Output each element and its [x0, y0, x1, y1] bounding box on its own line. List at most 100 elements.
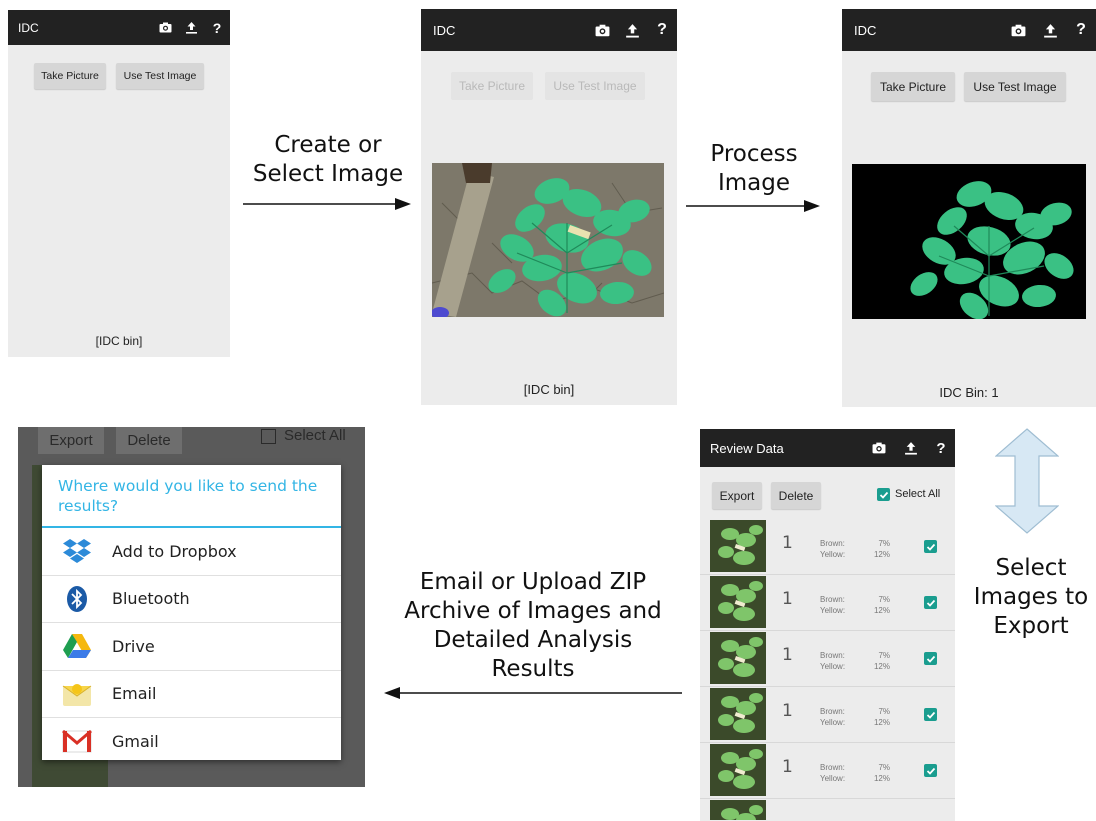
arrow-left — [384, 687, 682, 699]
export-button[interactable]: Export — [712, 482, 762, 509]
review-row[interactable]: 1 Brown: Yellow: 7% 12% — [700, 742, 955, 799]
row-thumbnail — [710, 576, 766, 628]
action-bar: Review Data ? — [700, 429, 955, 467]
help-icon[interactable]: ? — [927, 440, 955, 457]
row-bin: 1 — [782, 701, 793, 721]
idc-bin-label: [IDC bin] — [95, 334, 143, 348]
double-arrow-vertical — [995, 428, 1059, 534]
use-test-image-button[interactable]: Use Test Image — [964, 72, 1066, 101]
arrow-right-1 — [243, 198, 411, 210]
yellow-value: 12% — [873, 662, 890, 671]
row-thumbnail — [710, 800, 766, 820]
caption-create-select: Create or Select Image — [252, 132, 404, 187]
bluetooth-icon — [42, 585, 112, 613]
upload-icon[interactable] — [178, 21, 204, 34]
share-option-email[interactable]: Email — [42, 669, 341, 718]
use-test-image-button[interactable]: Use Test Image — [116, 63, 204, 89]
screen-processed: IDC ? Take Picture Use Test Image IDC Bi… — [842, 9, 1096, 407]
upload-icon[interactable] — [617, 23, 647, 38]
raw-plant-photo — [432, 163, 664, 317]
row-thumbnail — [710, 688, 766, 740]
delete-button[interactable]: Delete — [771, 482, 821, 509]
camera-icon[interactable] — [1002, 24, 1034, 37]
share-option-add-to-dropbox[interactable]: Add to Dropbox — [42, 528, 341, 575]
camera-icon[interactable] — [863, 442, 895, 454]
brown-value: 7% — [878, 539, 890, 548]
row-bin: 1 — [782, 645, 793, 665]
row-checkbox[interactable] — [924, 596, 937, 609]
select-all-label-dimmed: Select All — [284, 427, 346, 444]
yellow-value: 12% — [873, 774, 890, 783]
yellow-value: 12% — [873, 606, 890, 615]
brown-value: 7% — [878, 595, 890, 604]
help-icon[interactable]: ? — [204, 20, 230, 36]
row-bin: 1 — [782, 589, 793, 609]
row-bin: 1 — [782, 533, 793, 553]
dialog-title: Where would you like to send the results… — [42, 465, 341, 528]
brown-value: 7% — [878, 651, 890, 660]
upload-icon[interactable] — [895, 441, 927, 455]
brown-label: Brown: — [820, 707, 845, 716]
brown-label: Brown: — [820, 651, 845, 660]
gmail-icon — [42, 729, 112, 753]
review-title: Review Data — [710, 440, 784, 456]
review-row[interactable]: 1 Brown: Yellow: 7% 12% — [700, 518, 955, 575]
screen-start: IDC ? Take Picture Use Test Image [IDC b… — [8, 10, 230, 357]
camera-icon[interactable] — [587, 24, 617, 37]
yellow-label: Yellow: — [820, 550, 846, 559]
dropbox-icon — [42, 537, 112, 565]
share-option-label: Add to Dropbox — [112, 541, 237, 561]
arrow-right-2 — [686, 200, 820, 212]
review-row[interactable]: 1 Brown: Yellow: 7% 12% — [700, 574, 955, 631]
share-option-bluetooth[interactable]: Bluetooth — [42, 574, 341, 623]
take-picture-button[interactable]: Take Picture — [34, 63, 106, 89]
app-title: IDC — [433, 22, 456, 38]
select-all-checkbox-dimmed — [261, 429, 276, 444]
use-test-image-button[interactable]: Use Test Image — [545, 72, 645, 100]
brown-label: Brown: — [820, 539, 845, 548]
help-icon[interactable]: ? — [1066, 21, 1096, 39]
row-checkbox[interactable] — [924, 652, 937, 665]
processed-plant-photo — [852, 164, 1086, 319]
share-option-gmail[interactable]: Gmail — [42, 717, 341, 765]
share-option-label: Bluetooth — [112, 589, 190, 609]
yellow-label: Yellow: — [820, 774, 846, 783]
row-checkbox[interactable] — [924, 764, 937, 777]
review-list: 1 Brown: Yellow: 7% 12% 1 Brown: Yellow: 7% 12% 1 B… — [700, 518, 955, 821]
row-thumbnail — [710, 744, 766, 796]
screen-share: Export Delete Select All Where would you… — [18, 427, 365, 787]
yellow-label: Yellow: — [820, 606, 846, 615]
caption-email-upload: Email or Upload ZIP Archive of Images an… — [404, 569, 662, 682]
upload-icon[interactable] — [1034, 23, 1066, 38]
row-checkbox[interactable] — [924, 708, 937, 721]
help-icon[interactable]: ? — [647, 21, 677, 39]
caption-select-export: Select Images to Export — [973, 555, 1089, 639]
brown-label: Brown: — [820, 595, 845, 604]
take-picture-button[interactable]: Take Picture — [451, 72, 533, 100]
email-icon — [42, 681, 112, 707]
take-picture-button[interactable]: Take Picture — [871, 72, 955, 101]
idc-bin-label: [IDC bin] — [523, 382, 575, 397]
share-option-drive[interactable]: Drive — [42, 622, 341, 670]
app-title: IDC — [18, 20, 39, 35]
brown-value: 7% — [878, 763, 890, 772]
share-option-label: Drive — [112, 636, 155, 656]
brown-label: Brown: — [820, 763, 845, 772]
camera-icon[interactable] — [152, 22, 178, 33]
yellow-value: 12% — [873, 550, 890, 559]
review-row[interactable]: 1 Brown: Yellow: 7% 12% — [700, 686, 955, 743]
select-all-label: Select All — [895, 488, 941, 500]
yellow-label: Yellow: — [820, 718, 846, 727]
review-row[interactable]: 1 Brown: Yellow: 7% 12% — [700, 630, 955, 687]
export-button-dimmed: Export — [38, 427, 104, 454]
idc-bin-label: IDC Bin: 1 — [939, 385, 999, 400]
select-all-checkbox[interactable] — [877, 488, 890, 501]
action-bar: IDC ? — [8, 10, 230, 45]
app-title: IDC — [854, 22, 877, 38]
row-thumbnail — [710, 520, 766, 572]
caption-process-image: Process Image — [710, 141, 798, 196]
screen-review-data: Review Data ? Export Delete Select All 1… — [700, 429, 955, 821]
review-row-partial — [700, 798, 955, 821]
row-checkbox[interactable] — [924, 540, 937, 553]
yellow-value: 12% — [873, 718, 890, 727]
